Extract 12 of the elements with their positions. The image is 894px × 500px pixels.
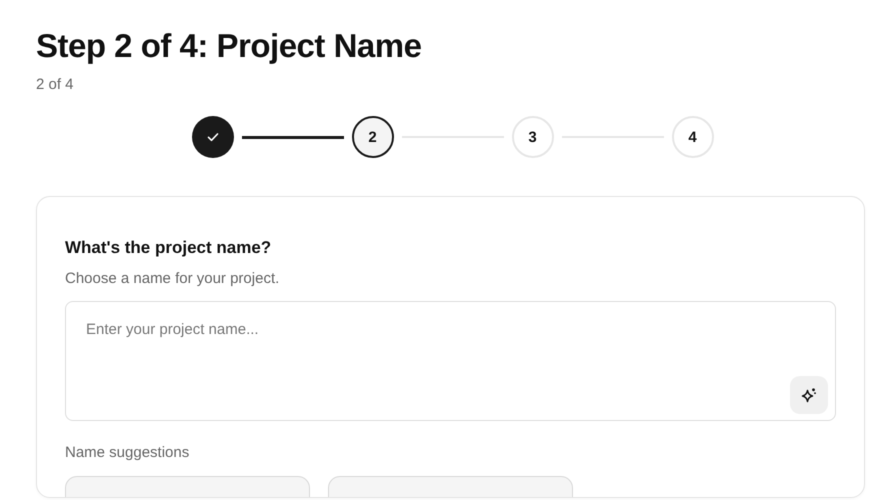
check-icon xyxy=(206,130,220,144)
step-indicator: 4 xyxy=(672,116,714,158)
step-indicator: 3 xyxy=(512,116,554,158)
question-heading: What's the project name? xyxy=(65,237,272,259)
suggestions-label: Name suggestions xyxy=(65,444,190,462)
project-name-field[interactable]: Enter your project name... xyxy=(65,301,836,421)
step-indicator: 2 xyxy=(352,116,394,158)
ai-suggest-button[interactable] xyxy=(790,376,828,414)
page-title: Step 2 of 4: Project Name xyxy=(36,26,422,66)
step-counter: 2 of 4 xyxy=(36,76,75,94)
sparkle-icon xyxy=(800,386,818,404)
question-description: Choose a name for your project. xyxy=(65,270,280,288)
